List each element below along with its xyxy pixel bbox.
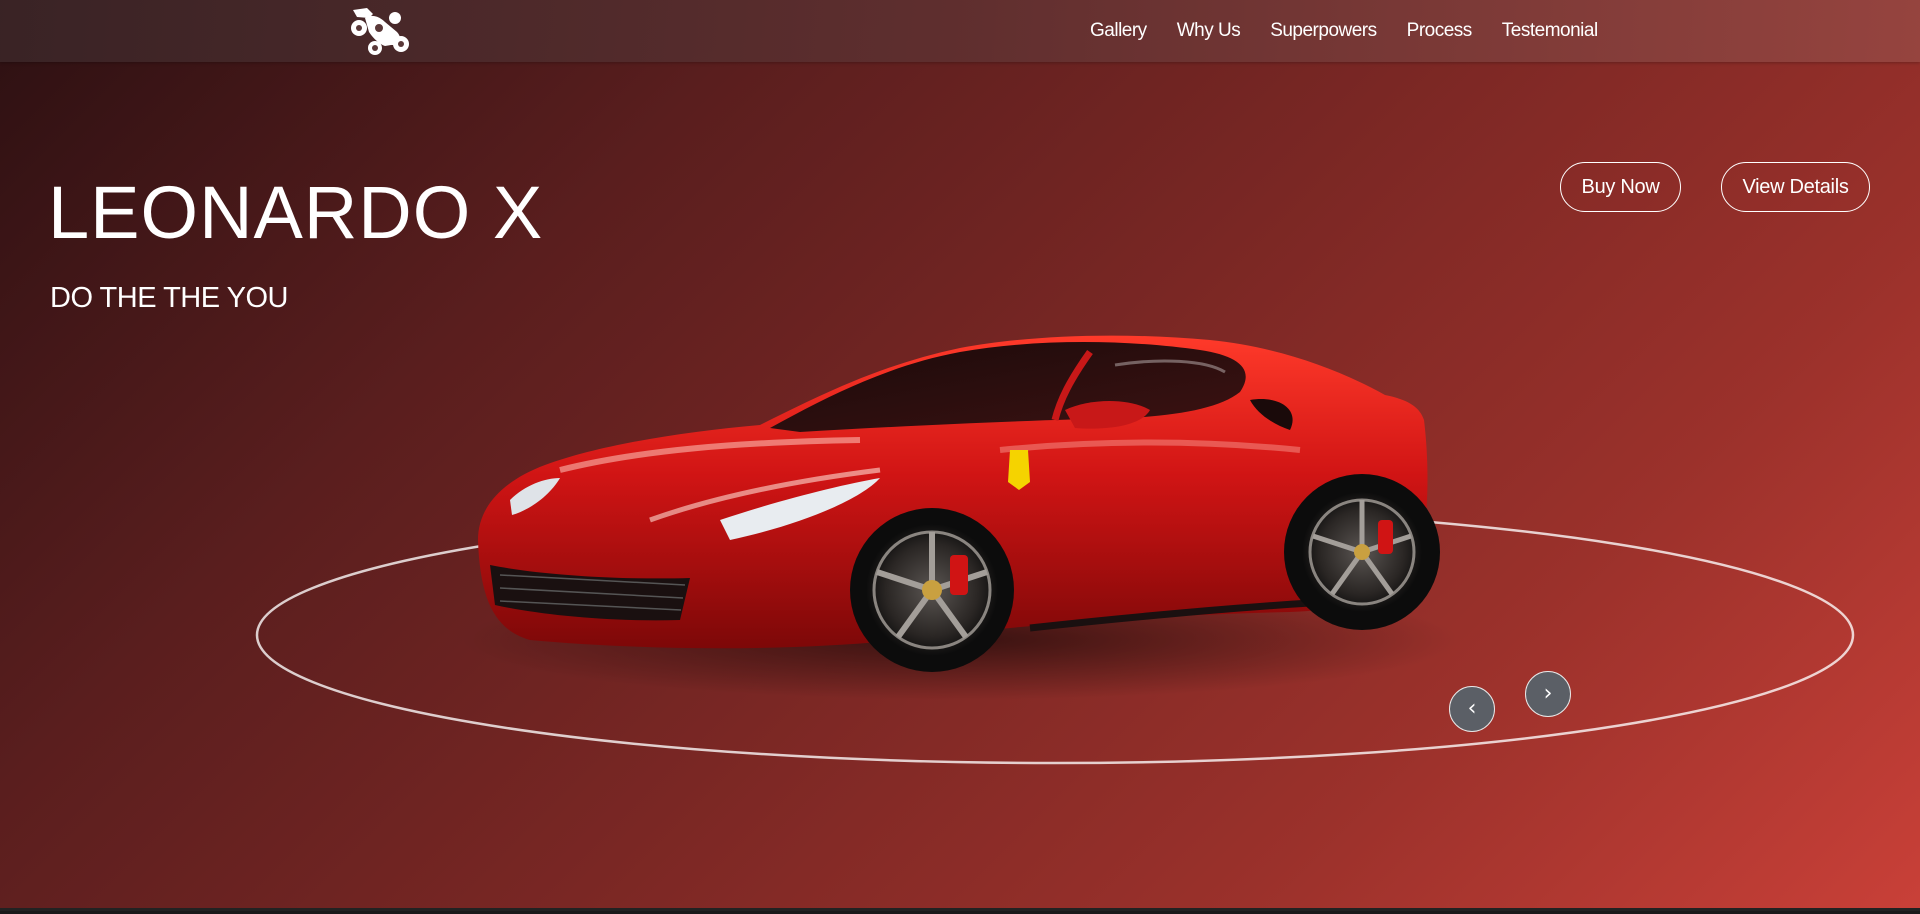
nav-link-process[interactable]: Process [1407,20,1473,42]
nav-links: Gallery Why Us Superpowers Process Teste… [1090,0,1628,62]
race-car-icon[interactable] [345,4,411,56]
sports-car-image [460,335,1460,700]
carousel-prev-button[interactable]: ‹ [1449,686,1495,732]
hero-stage [255,335,1855,765]
landing-page: Gallery Why Us Superpowers Process Teste… [0,0,1920,911]
top-navbar: Gallery Why Us Superpowers Process Teste… [0,0,1920,62]
chevron-left-icon: ‹ [1467,696,1477,721]
nav-link-testemonial[interactable]: Testemonial [1502,20,1598,42]
hero-subtitle: DO THE THE YOU [50,282,288,314]
carousel-next-button[interactable]: › [1525,671,1571,717]
chevron-right-icon: › [1543,681,1553,706]
bottom-divider [0,908,1920,911]
buy-now-button[interactable]: Buy Now [1560,162,1681,212]
nav-link-why-us[interactable]: Why Us [1177,20,1241,42]
nav-link-gallery[interactable]: Gallery [1090,20,1147,42]
hero-title: LEONARDO X [48,171,544,254]
view-details-button[interactable]: View Details [1721,162,1870,212]
nav-link-superpowers[interactable]: Superpowers [1270,20,1377,42]
